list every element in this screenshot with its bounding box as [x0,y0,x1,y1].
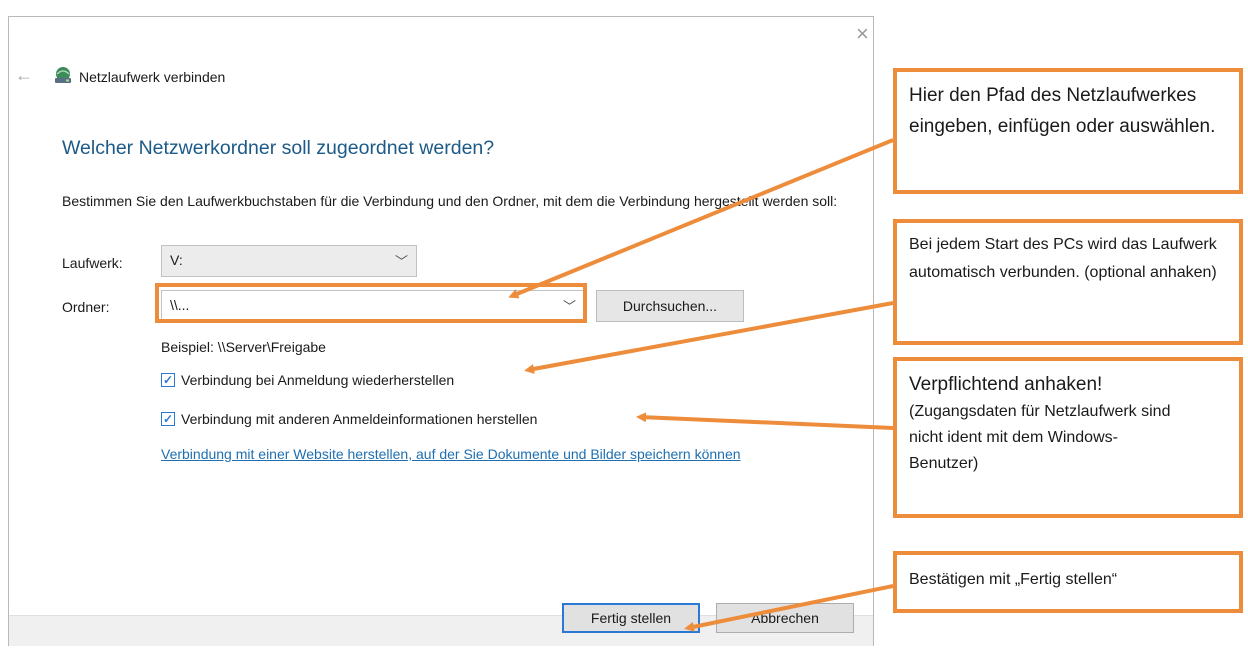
drive-letter-select[interactable]: V: ﹀ [161,245,417,277]
map-network-drive-dialog: × ← Netzlaufwerk verbinden Welcher Netzw… [8,16,874,646]
close-icon[interactable]: × [856,23,869,45]
other-credentials-option[interactable]: ✓ Verbindung mit anderen Anmeldeinformat… [161,411,537,427]
page-heading: Welcher Netzwerkordner soll zugeordnet w… [62,137,495,159]
credentials-checkbox-label: Verbindung mit anderen Anmeldeinformatio… [181,411,538,427]
drive-letter-value: V: [170,252,183,268]
callout-path: Hier den Pfad des Netzlaufwerkes eingebe… [893,68,1243,194]
back-arrow-icon[interactable]: ← [15,65,33,86]
callout-credentials-note: (Zugangsdaten für Netzlaufwerk sind nich… [909,403,1171,472]
callout-reconnect: Bei jedem Start des PCs wird das Laufwer… [893,219,1243,345]
instructions-text: Bestimmen Sie den Laufwerkbuchstaben für… [62,193,838,209]
network-drive-icon [55,67,71,83]
finish-button[interactable]: Fertig stellen [562,603,700,633]
callout-credentials: Verpflichtend anhaken! (Zugangsdaten für… [893,357,1243,518]
path-example-text: Beispiel: \\Server\Freigabe [161,339,326,355]
chevron-down-icon: ﹀ [394,254,408,269]
reconnect-at-signin-option[interactable]: ✓ Verbindung bei Anmeldung wiederherstel… [161,372,454,388]
cancel-button[interactable]: Abbrechen [716,603,854,633]
credentials-checkbox[interactable]: ✓ [161,412,175,426]
callout-credentials-title: Verpflichtend anhaken! [909,374,1103,395]
callout-reconnect-text: Bei jedem Start des PCs wird das Laufwer… [909,236,1217,281]
callout-finish: Bestätigen mit „Fertig stellen“ [893,551,1243,613]
reconnect-checkbox-label: Verbindung bei Anmeldung wiederherstelle… [181,372,455,388]
website-connect-link[interactable]: Verbindung mit einer Website herstellen,… [161,445,821,464]
folder-label: Ordner: [62,299,110,315]
reconnect-checkbox[interactable]: ✓ [161,373,175,387]
drive-label: Laufwerk: [62,255,123,271]
window-title: Netzlaufwerk verbinden [79,69,226,85]
browse-button[interactable]: Durchsuchen... [596,290,744,322]
folder-input-highlight [155,283,587,323]
callout-path-text: Hier den Pfad des Netzlaufwerkes eingebe… [909,85,1216,137]
callout-finish-text: Bestätigen mit „Fertig stellen“ [909,571,1118,588]
